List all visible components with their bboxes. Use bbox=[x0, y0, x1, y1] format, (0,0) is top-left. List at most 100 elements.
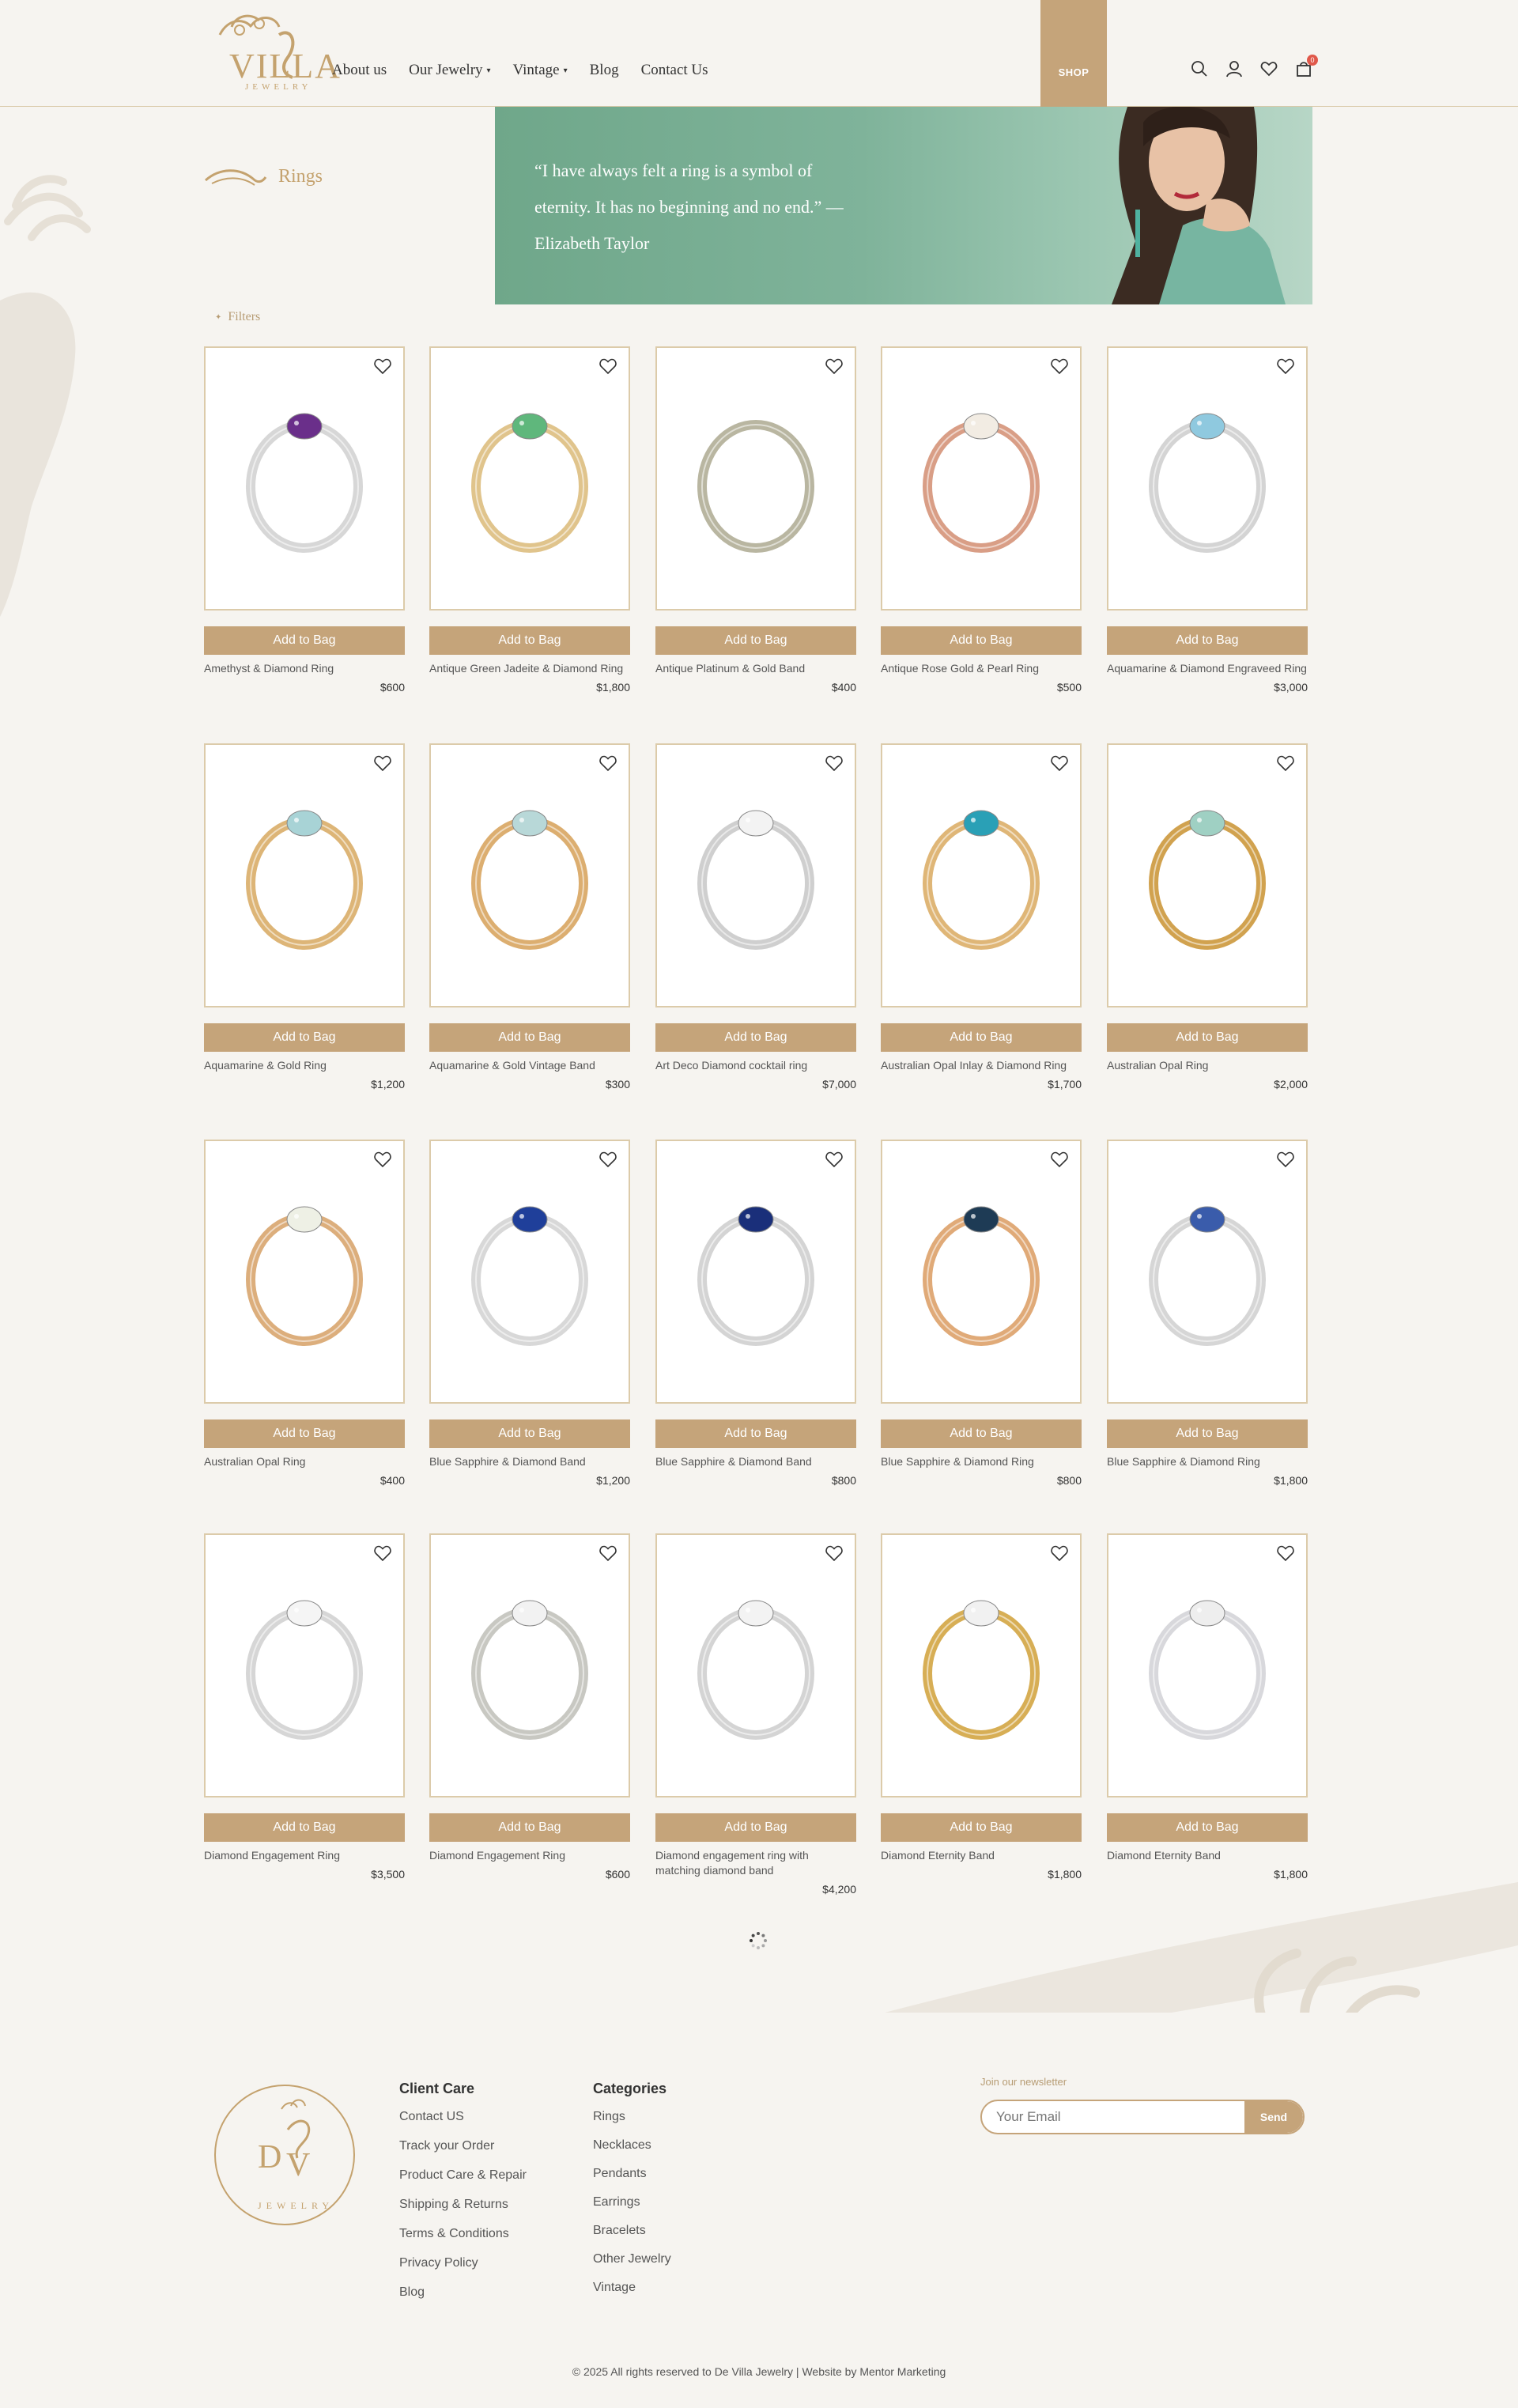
product-card[interactable]: Add to Bag Blue Sapphire & Diamond Band $8… bbox=[655, 1140, 856, 1487]
add-to-bag-button[interactable]: Add to Bag bbox=[1107, 626, 1308, 655]
product-card[interactable]: Add to Bag Aquamarine & Gold Vintage Band… bbox=[429, 743, 630, 1091]
product-name[interactable]: Blue Sapphire & Diamond Ring bbox=[881, 1454, 1082, 1469]
filters-toggle[interactable]: ✦ Filters bbox=[215, 310, 260, 324]
add-to-bag-button[interactable]: Add to Bag bbox=[1107, 1419, 1308, 1448]
product-image[interactable] bbox=[204, 1140, 405, 1404]
add-to-bag-button[interactable]: Add to Bag bbox=[655, 1023, 856, 1052]
product-name[interactable]: Australian Opal Ring bbox=[1107, 1058, 1308, 1073]
product-image[interactable] bbox=[429, 346, 630, 611]
product-name[interactable]: Blue Sapphire & Diamond Band bbox=[429, 1454, 630, 1469]
product-card[interactable]: Add to Bag Antique Green Jadeite & Diamon… bbox=[429, 346, 630, 694]
add-to-bag-button[interactable]: Add to Bag bbox=[204, 1023, 405, 1052]
product-name[interactable]: Antique Platinum & Gold Band bbox=[655, 661, 856, 676]
add-to-bag-button[interactable]: Add to Bag bbox=[881, 1023, 1082, 1052]
nav-contact-us[interactable]: Contact Us bbox=[641, 62, 708, 79]
add-to-bag-button[interactable]: Add to Bag bbox=[204, 1419, 405, 1448]
footer-link-category[interactable]: Bracelets bbox=[593, 2224, 671, 2238]
product-card[interactable]: Add to Bag Antique Rose Gold & Pearl Ring… bbox=[881, 346, 1082, 694]
product-card[interactable]: Add to Bag Aquamarine & Gold Ring $1,200 bbox=[204, 743, 405, 1091]
add-to-bag-button[interactable]: Add to Bag bbox=[655, 1813, 856, 1842]
product-name[interactable]: Antique Green Jadeite & Diamond Ring bbox=[429, 661, 630, 676]
product-card[interactable]: Add to Bag Diamond engagement ring with m… bbox=[655, 1533, 856, 1896]
footer-link-category[interactable]: Pendants bbox=[593, 2167, 671, 2181]
add-to-bag-button[interactable]: Add to Bag bbox=[1107, 1813, 1308, 1842]
product-name[interactable]: Aquamarine & Gold Ring bbox=[204, 1058, 405, 1073]
add-to-bag-button[interactable]: Add to Bag bbox=[881, 1419, 1082, 1448]
nav-vintage[interactable]: Vintage ▾ bbox=[513, 62, 568, 79]
wishlist-heart-icon[interactable] bbox=[599, 357, 617, 375]
wishlist-heart-icon[interactable] bbox=[1276, 754, 1295, 772]
shop-button[interactable]: SHOP bbox=[1040, 0, 1107, 107]
add-to-bag-button[interactable]: Add to Bag bbox=[429, 1813, 630, 1842]
product-name[interactable]: Blue Sapphire & Diamond Band bbox=[655, 1454, 856, 1469]
nav-blog[interactable]: Blog bbox=[590, 62, 619, 79]
product-image[interactable] bbox=[881, 346, 1082, 611]
wishlist-heart-icon[interactable] bbox=[599, 1151, 617, 1168]
wishlist-heart-icon[interactable] bbox=[1276, 1544, 1295, 1562]
product-card[interactable]: Add to Bag Diamond Eternity Band $1,800 bbox=[881, 1533, 1082, 1881]
footer-link-category[interactable]: Other Jewelry bbox=[593, 2252, 671, 2266]
wishlist-heart-icon[interactable] bbox=[373, 357, 392, 375]
wishlist-heart-icon[interactable] bbox=[1050, 754, 1069, 772]
product-card[interactable]: Add to Bag Blue Sapphire & Diamond Ring $1… bbox=[1107, 1140, 1308, 1487]
footer-link-client-care[interactable]: Shipping & Returns bbox=[399, 2198, 527, 2212]
product-card[interactable]: Add to Bag Australian Opal Ring $400 bbox=[204, 1140, 405, 1487]
add-to-bag-button[interactable]: Add to Bag bbox=[429, 626, 630, 655]
product-name[interactable]: Amethyst & Diamond Ring bbox=[204, 661, 405, 676]
add-to-bag-button[interactable]: Add to Bag bbox=[881, 626, 1082, 655]
product-image[interactable] bbox=[429, 743, 630, 1007]
product-name[interactable]: Aquamarine & Gold Vintage Band bbox=[429, 1058, 630, 1073]
add-to-bag-button[interactable]: Add to Bag bbox=[204, 626, 405, 655]
product-name[interactable]: Diamond engagement ring with matching di… bbox=[655, 1848, 856, 1878]
product-name[interactable]: Aquamarine & Diamond Engraveed Ring bbox=[1107, 661, 1308, 676]
product-image[interactable] bbox=[881, 743, 1082, 1007]
product-image[interactable] bbox=[655, 1140, 856, 1404]
wishlist-heart-icon[interactable] bbox=[825, 1151, 844, 1168]
add-to-bag-button[interactable]: Add to Bag bbox=[429, 1419, 630, 1448]
add-to-bag-button[interactable]: Add to Bag bbox=[881, 1813, 1082, 1842]
cart-button[interactable]: 0 bbox=[1295, 55, 1318, 77]
product-card[interactable]: Add to Bag Art Deco Diamond cocktail ring… bbox=[655, 743, 856, 1091]
product-name[interactable]: Diamond Engagement Ring bbox=[429, 1848, 630, 1863]
add-to-bag-button[interactable]: Add to Bag bbox=[204, 1813, 405, 1842]
product-card[interactable]: Add to Bag Australian Opal Ring $2,000 bbox=[1107, 743, 1308, 1091]
product-card[interactable]: Add to Bag Antique Platinum & Gold Band $4… bbox=[655, 346, 856, 694]
newsletter-email-input[interactable] bbox=[982, 2101, 1244, 2133]
footer-link-client-care[interactable]: Contact US bbox=[399, 2110, 527, 2124]
product-name[interactable]: Australian Opal Ring bbox=[204, 1454, 405, 1469]
wishlist-heart-icon[interactable] bbox=[373, 754, 392, 772]
product-image[interactable] bbox=[655, 1533, 856, 1797]
wishlist-heart-icon[interactable] bbox=[825, 357, 844, 375]
footer-link-client-care[interactable]: Blog bbox=[399, 2285, 527, 2300]
nav-our-jewelry[interactable]: Our Jewelry ▾ bbox=[409, 62, 490, 79]
product-image[interactable] bbox=[881, 1140, 1082, 1404]
product-card[interactable]: Add to Bag Blue Sapphire & Diamond Ring $8… bbox=[881, 1140, 1082, 1487]
wishlist-heart-icon[interactable] bbox=[599, 754, 617, 772]
product-image[interactable] bbox=[429, 1140, 630, 1404]
product-card[interactable]: Add to Bag Australian Opal Inlay & Diamon… bbox=[881, 743, 1082, 1091]
product-card[interactable]: Add to Bag Amethyst & Diamond Ring $600 bbox=[204, 346, 405, 694]
product-name[interactable]: Australian Opal Inlay & Diamond Ring bbox=[881, 1058, 1082, 1073]
product-card[interactable]: Add to Bag Blue Sapphire & Diamond Band $1… bbox=[429, 1140, 630, 1487]
wishlist-heart-icon[interactable] bbox=[373, 1544, 392, 1562]
wishlist-heart-icon[interactable] bbox=[1050, 1151, 1069, 1168]
search-icon[interactable] bbox=[1191, 60, 1208, 77]
product-image[interactable] bbox=[655, 743, 856, 1007]
product-image[interactable] bbox=[204, 346, 405, 611]
wishlist-heart-icon[interactable] bbox=[825, 754, 844, 772]
product-image[interactable] bbox=[655, 346, 856, 611]
newsletter-send-button[interactable]: Send bbox=[1244, 2101, 1303, 2133]
product-image[interactable] bbox=[1107, 1140, 1308, 1404]
wishlist-heart-icon[interactable] bbox=[1050, 357, 1069, 375]
product-name[interactable]: Antique Rose Gold & Pearl Ring bbox=[881, 661, 1082, 676]
product-image[interactable] bbox=[204, 743, 405, 1007]
wishlist-heart-icon[interactable] bbox=[373, 1151, 392, 1168]
footer-link-category[interactable]: Rings bbox=[593, 2110, 671, 2124]
add-to-bag-button[interactable]: Add to Bag bbox=[655, 1419, 856, 1448]
product-image[interactable] bbox=[429, 1533, 630, 1797]
product-card[interactable]: Add to Bag Diamond Engagement Ring $600 bbox=[429, 1533, 630, 1881]
product-name[interactable]: Art Deco Diamond cocktail ring bbox=[655, 1058, 856, 1073]
product-name[interactable]: Diamond Eternity Band bbox=[1107, 1848, 1308, 1863]
footer-link-client-care[interactable]: Privacy Policy bbox=[399, 2256, 527, 2270]
wishlist-heart-icon[interactable] bbox=[1276, 1151, 1295, 1168]
